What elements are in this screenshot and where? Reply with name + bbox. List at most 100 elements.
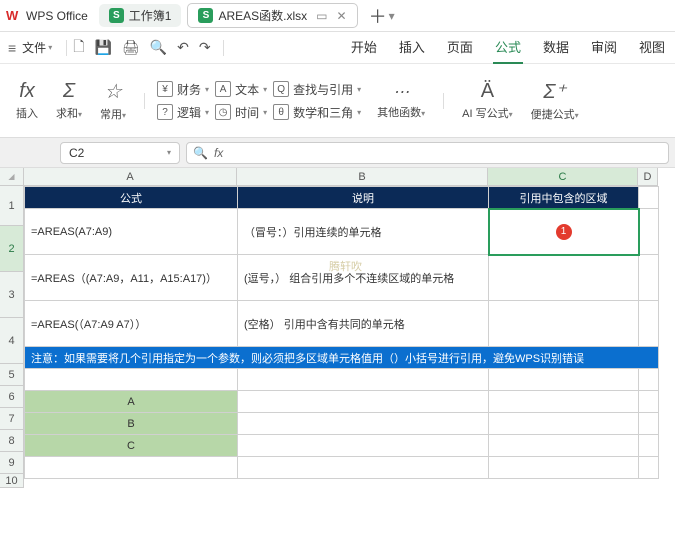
tab-close-icon[interactable]: ✕ — [337, 9, 347, 23]
cell-D2[interactable] — [639, 209, 659, 255]
datetime-button[interactable]: ◷时间▾ — [215, 104, 267, 121]
logic-icon: ? — [157, 104, 173, 120]
tab-view[interactable]: 视图 — [637, 31, 667, 64]
finance-button[interactable]: ¥财务▾ — [157, 81, 209, 98]
insert-function-button[interactable]: fx 插入 — [10, 76, 44, 125]
col-header-A[interactable]: A — [24, 168, 237, 186]
zoom-icon[interactable]: 🔍 — [193, 146, 208, 160]
cell-D9[interactable] — [639, 435, 659, 457]
row-header-4[interactable]: 4 — [0, 318, 24, 364]
cell-C3[interactable] — [489, 255, 639, 301]
new-icon[interactable]: 🗋 — [73, 36, 84, 60]
cell-D7[interactable] — [639, 391, 659, 413]
sheet-table: 公式 说明 引用中包含的区域 =AREAS(A7:A9) （冒号：）引用连续的单… — [24, 186, 659, 479]
cell-B4[interactable]: (空格） 引用中含有共同的单元格 — [238, 301, 489, 347]
ai-label: AI 写公式▾ — [462, 105, 512, 121]
ai-formula-button[interactable]: Ä AI 写公式▾ — [456, 76, 518, 125]
preview-icon[interactable]: 🔍 — [150, 39, 167, 56]
row-header-10[interactable]: 10 — [0, 474, 24, 488]
hamburger-icon[interactable]: ≡ — [8, 40, 16, 56]
cell-B6[interactable] — [238, 369, 489, 391]
common-button[interactable]: ☆ 常用▾ — [94, 75, 132, 126]
logic-button[interactable]: ?逻辑▾ — [157, 104, 209, 121]
cell-B10[interactable] — [238, 457, 489, 479]
cell-C6[interactable] — [489, 369, 639, 391]
tab-page[interactable]: 页面 — [445, 31, 475, 64]
file-menu[interactable]: 文件 ▾ — [22, 39, 52, 56]
add-tab-button[interactable]: ＋ — [369, 3, 387, 29]
cell-A1[interactable]: 公式 — [25, 187, 238, 209]
col-header-D[interactable]: D — [638, 168, 658, 186]
math-icon: θ — [273, 104, 289, 120]
cell-C10[interactable] — [489, 457, 639, 479]
row-header-9[interactable]: 9 — [0, 452, 24, 474]
print-icon[interactable]: 🖨 — [122, 39, 140, 56]
ribbon-column-2: A文本▾ ◷时间▾ — [215, 81, 267, 121]
tab-insert[interactable]: 插入 — [397, 31, 427, 64]
file-tab-areas[interactable]: S AREAS函数.xlsx ▭ ✕ — [187, 3, 357, 28]
tab-start[interactable]: 开始 — [349, 31, 379, 64]
cell-C2[interactable]: 1 — [489, 209, 639, 255]
cell-A10[interactable] — [25, 457, 238, 479]
cell-C9[interactable] — [489, 435, 639, 457]
cell-D4[interactable] — [639, 301, 659, 347]
name-box[interactable]: C2 ▾ — [60, 142, 180, 164]
app-brand: W WPS Office — [6, 8, 88, 24]
row-header-5[interactable]: 5 — [0, 364, 24, 386]
clock-icon: ◷ — [215, 104, 231, 120]
cell-D8[interactable] — [639, 413, 659, 435]
formula-bar[interactable]: 🔍 fx — [186, 142, 669, 164]
cell-D6[interactable] — [639, 369, 659, 391]
text-button[interactable]: A文本▾ — [215, 81, 267, 98]
cell-B3[interactable]: (逗号，） 组合引用多个不连续区域的单元格 — [238, 255, 489, 301]
cell-C7[interactable] — [489, 391, 639, 413]
row-header-2[interactable]: 2 — [0, 226, 24, 272]
cell-D10[interactable] — [639, 457, 659, 479]
cell-B2[interactable]: （冒号：）引用连续的单元格 — [238, 209, 489, 255]
redo-icon[interactable]: ↷ — [199, 39, 211, 56]
cell-A6[interactable] — [25, 369, 238, 391]
quick-formula-button[interactable]: Σ⁺ 便捷公式▾ — [525, 75, 585, 126]
other-functions-button[interactable]: ⋯ 其他函数▾ — [371, 78, 431, 124]
save-icon[interactable]: 💾 — [94, 39, 111, 56]
cell-A2[interactable]: =AREAS(A7:A9) — [25, 209, 238, 255]
cell-B9[interactable] — [238, 435, 489, 457]
row-header-1[interactable]: 1 — [0, 186, 24, 226]
undo-icon[interactable]: ↶ — [177, 39, 189, 56]
col-header-B[interactable]: B — [237, 168, 488, 186]
file-tab-workbook1[interactable]: S 工作簿1 — [99, 4, 182, 27]
tab-formula[interactable]: 公式 — [493, 31, 523, 64]
cell-A3[interactable]: =AREAS（(A7:A9，A11，A15:A17)） — [25, 255, 238, 301]
sigma-icon: Σ — [63, 80, 75, 103]
cell-D1[interactable] — [639, 187, 659, 209]
cell-C4[interactable] — [489, 301, 639, 347]
select-all-corner[interactable]: ◢ — [0, 168, 24, 186]
row-header-3[interactable]: 3 — [0, 272, 24, 318]
add-tab-chevron-icon[interactable]: ▾ — [389, 9, 395, 23]
row-header-7[interactable]: 7 — [0, 408, 24, 430]
row-headers: 1 2 3 4 5 6 7 8 9 10 — [0, 186, 24, 488]
tab-data[interactable]: 数据 — [541, 31, 571, 64]
cell-A4[interactable]: =AREAS(（A7:A9 A7）） — [25, 301, 238, 347]
lookup-button[interactable]: Q查找与引用▾ — [273, 81, 361, 98]
row-header-8[interactable]: 8 — [0, 430, 24, 452]
cell-A9[interactable]: C — [25, 435, 238, 457]
cell-D3[interactable] — [639, 255, 659, 301]
ribbon-column-1: ¥财务▾ ?逻辑▾ — [157, 81, 209, 121]
cell-A5-note[interactable]: 注意：如果需要将几个引用指定为一个参数，则必须把多区域单元格值用（）小括号进行引… — [25, 347, 659, 369]
cell-A7[interactable]: A — [25, 391, 238, 413]
row-header-6[interactable]: 6 — [0, 386, 24, 408]
fx-icon: fx — [19, 80, 35, 103]
cell-A8[interactable]: B — [25, 413, 238, 435]
cell-B7[interactable] — [238, 391, 489, 413]
cell-B1[interactable]: 说明 — [238, 187, 489, 209]
cell-B8[interactable] — [238, 413, 489, 435]
tab-review[interactable]: 审阅 — [589, 31, 619, 64]
cell-C1[interactable]: 引用中包含的区域 — [489, 187, 639, 209]
spreadsheet-grid[interactable]: ◢ A B C D 1 2 3 4 5 6 7 8 9 10 公式 说明 引用中… — [0, 168, 675, 549]
sum-button[interactable]: Σ 求和▾ — [50, 76, 88, 125]
tab-window-icon[interactable]: ▭ — [316, 9, 327, 23]
cell-C8[interactable] — [489, 413, 639, 435]
col-header-C[interactable]: C — [488, 168, 638, 186]
math-button[interactable]: θ数学和三角▾ — [273, 104, 361, 121]
